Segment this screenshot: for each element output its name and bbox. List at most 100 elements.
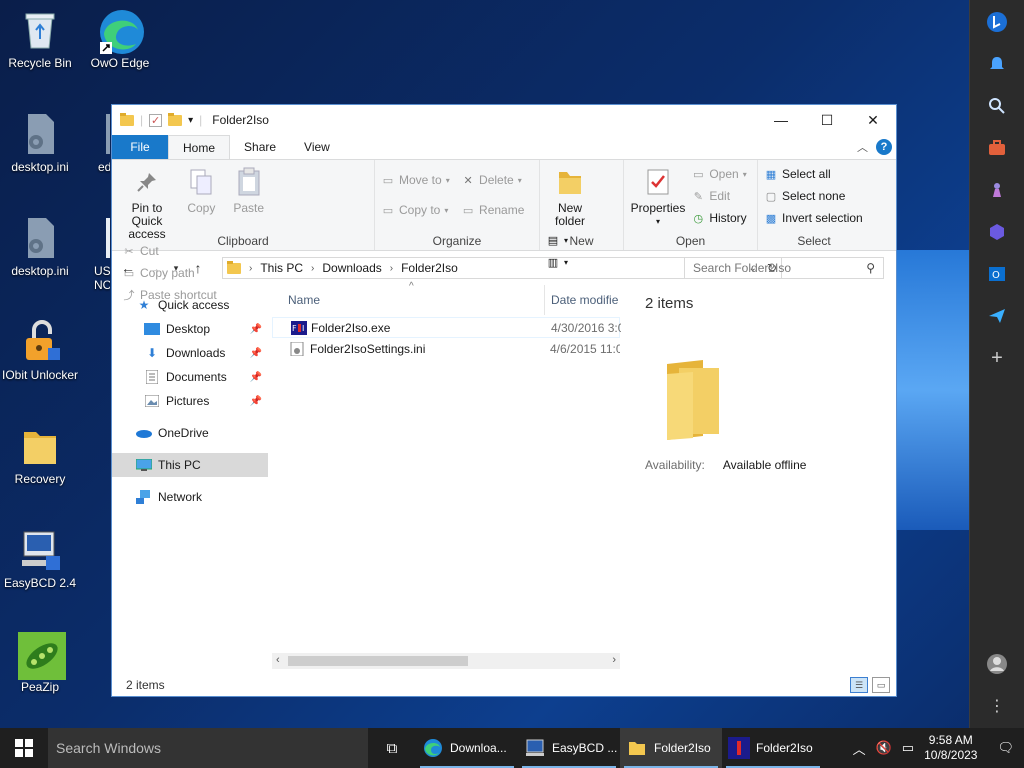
horizontal-scrollbar[interactable]: ‹ ›: [272, 653, 620, 669]
copy-button[interactable]: Copy: [179, 164, 223, 215]
close-button[interactable]: ✕: [850, 105, 896, 135]
forward-button[interactable]: →: [144, 260, 164, 276]
desktop-icon-recovery[interactable]: Recovery: [0, 424, 80, 486]
bing-icon[interactable]: [985, 10, 1009, 34]
desktop-icon-recycle-bin[interactable]: Recycle Bin: [0, 8, 80, 70]
breadcrumb-folder2iso[interactable]: Folder2Iso: [401, 261, 458, 275]
pin-icon: 📌: [249, 371, 262, 383]
desktop-icon-easybcd[interactable]: EasyBCD 2.4: [0, 528, 80, 590]
taskbar-app-easybcd[interactable]: EasyBCD ...: [518, 728, 620, 768]
history-button[interactable]: ◷ History: [691, 208, 747, 228]
column-date-modified[interactable]: Date modifie: [544, 285, 618, 315]
search-icon: ⚲: [866, 261, 875, 275]
paste-button[interactable]: Paste: [227, 164, 271, 215]
taskbar-app-edge[interactable]: Downloa...: [416, 728, 518, 768]
more-icon[interactable]: ⋮: [985, 694, 1009, 718]
nav-this-pc[interactable]: This PC: [112, 453, 268, 477]
maximize-button[interactable]: ☐: [804, 105, 850, 135]
taskbar-search[interactable]: Search Windows: [48, 728, 368, 768]
volume-muted-icon[interactable]: 🔇: [876, 740, 892, 756]
select-all-button[interactable]: ▦ Select all: [764, 164, 863, 184]
desktop-icon-desktop-ini-2[interactable]: desktop.ini: [0, 216, 80, 278]
file-date: 4/6/2015 11:0: [550, 341, 620, 356]
taskbar-app-folder2iso[interactable]: Folder2Iso: [722, 728, 824, 768]
chevron-up-icon[interactable]: ︿: [853, 739, 866, 758]
outlook-icon[interactable]: O: [985, 262, 1009, 286]
notifications-icon[interactable]: 🗨: [997, 740, 1014, 756]
invert-selection-button[interactable]: ▩ Invert selection: [764, 208, 863, 228]
desktop-icon-peazip[interactable]: PeaZip: [0, 632, 80, 694]
new-folder-icon[interactable]: [168, 112, 183, 126]
copilot-icon[interactable]: [985, 220, 1009, 244]
history-icon: ◷: [693, 212, 704, 225]
add-icon[interactable]: +: [985, 346, 1009, 370]
nav-desktop[interactable]: Desktop 📌: [112, 317, 268, 341]
scroll-left-icon[interactable]: ‹: [276, 654, 280, 666]
avatar[interactable]: [985, 652, 1009, 676]
start-button[interactable]: [0, 728, 48, 768]
column-name[interactable]: Name: [288, 293, 320, 307]
properties-icon: [642, 166, 674, 198]
file-row[interactable]: Folder2IsoSettings.ini 4/6/2015 11:0: [272, 338, 620, 359]
new-folder-button[interactable]: New folder: [546, 164, 594, 228]
delete-button[interactable]: ✕ Delete ▾: [461, 170, 524, 190]
copy-to-button[interactable]: ▭ Copy to ▾: [381, 200, 450, 220]
send-icon[interactable]: [985, 304, 1009, 328]
rename-button[interactable]: ▭ Rename: [461, 200, 525, 220]
chess-icon[interactable]: [985, 178, 1009, 202]
tab-view[interactable]: View: [290, 135, 344, 159]
tab-home[interactable]: Home: [168, 135, 231, 159]
desktop-icon-use-now[interactable]: USE NOW: [80, 216, 110, 292]
desktop-icon-desktop-ini-1[interactable]: desktop.ini: [0, 112, 80, 174]
nav-documents[interactable]: Documents 📌: [112, 365, 268, 389]
nav-onedrive[interactable]: OneDrive: [112, 421, 268, 445]
organize-group-label: Organize: [432, 234, 482, 248]
nav-downloads[interactable]: ⬇ Downloads 📌: [112, 341, 268, 365]
collapse-ribbon-icon[interactable]: ︿: [857, 139, 868, 155]
open-group: Properties ▾ ▭ Open ▾ ✎ Edit ◷ History Open: [624, 160, 758, 250]
delete-icon: ✕: [463, 174, 473, 187]
large-icons-view-icon[interactable]: ▭: [872, 677, 890, 693]
open-button[interactable]: ▭ Open ▾: [691, 164, 747, 184]
recent-locations-button[interactable]: ▾: [170, 263, 182, 274]
sort-ascending-icon: ^: [409, 281, 414, 292]
move-to-button[interactable]: ▭ Move to ▾: [381, 170, 450, 190]
network-icon[interactable]: ▭: [902, 740, 914, 756]
breadcrumb-this-pc[interactable]: This PC: [260, 261, 303, 275]
task-view-button[interactable]: ⧉: [368, 728, 416, 768]
select-none-button[interactable]: ▢ Select none: [764, 186, 863, 206]
nav-pictures[interactable]: Pictures 📌: [112, 389, 268, 413]
taskbar-app-explorer[interactable]: Folder2Iso: [620, 728, 722, 768]
up-button[interactable]: ↑: [188, 260, 208, 276]
desktop-icon-owo-edge[interactable]: OwO Edge: [80, 8, 160, 70]
clock[interactable]: 9:58 AM 10/8/2023: [924, 733, 977, 763]
help-icon[interactable]: ?: [876, 139, 892, 155]
minimize-button[interactable]: —: [758, 105, 804, 135]
pin-quick-access-button[interactable]: Pin to Quick access: [118, 164, 176, 241]
desktop-icon-iobit-unlocker[interactable]: IObit Unlocker: [0, 320, 80, 382]
file-icon: [96, 216, 110, 260]
tab-file[interactable]: File: [112, 135, 168, 159]
tab-share[interactable]: Share: [230, 135, 290, 159]
nav-network[interactable]: Network: [112, 485, 268, 509]
nav-quick-access[interactable]: ★ Quick access: [112, 293, 268, 317]
toolbox-icon[interactable]: [985, 136, 1009, 160]
search-icon[interactable]: [985, 94, 1009, 118]
search-input[interactable]: Search Folder2Iso ⚲: [684, 257, 884, 279]
desktop-icon-ed[interactable]: ed: [80, 112, 110, 174]
file-row[interactable]: FI Folder2Iso.exe 4/30/2016 3:0: [272, 317, 621, 338]
details-view-icon[interactable]: ☰: [850, 677, 868, 693]
properties-button[interactable]: Properties ▾: [630, 164, 686, 228]
back-button[interactable]: ←: [118, 260, 138, 276]
edit-button[interactable]: ✎ Edit: [691, 186, 746, 206]
ribbon-tabs: File Home Share View ︿ ?: [112, 135, 896, 159]
bell-icon[interactable]: [985, 52, 1009, 76]
scroll-right-icon[interactable]: ›: [612, 654, 616, 666]
star-icon: ★: [138, 298, 150, 312]
availability-value: Available offline: [722, 458, 807, 472]
breadcrumb-downloads[interactable]: Downloads: [322, 261, 381, 275]
customize-qa-icon[interactable]: ▾: [188, 115, 193, 126]
scroll-thumb[interactable]: [288, 656, 468, 666]
folder-preview-icon: [663, 358, 719, 440]
properties-check-icon[interactable]: ✓: [149, 113, 163, 127]
